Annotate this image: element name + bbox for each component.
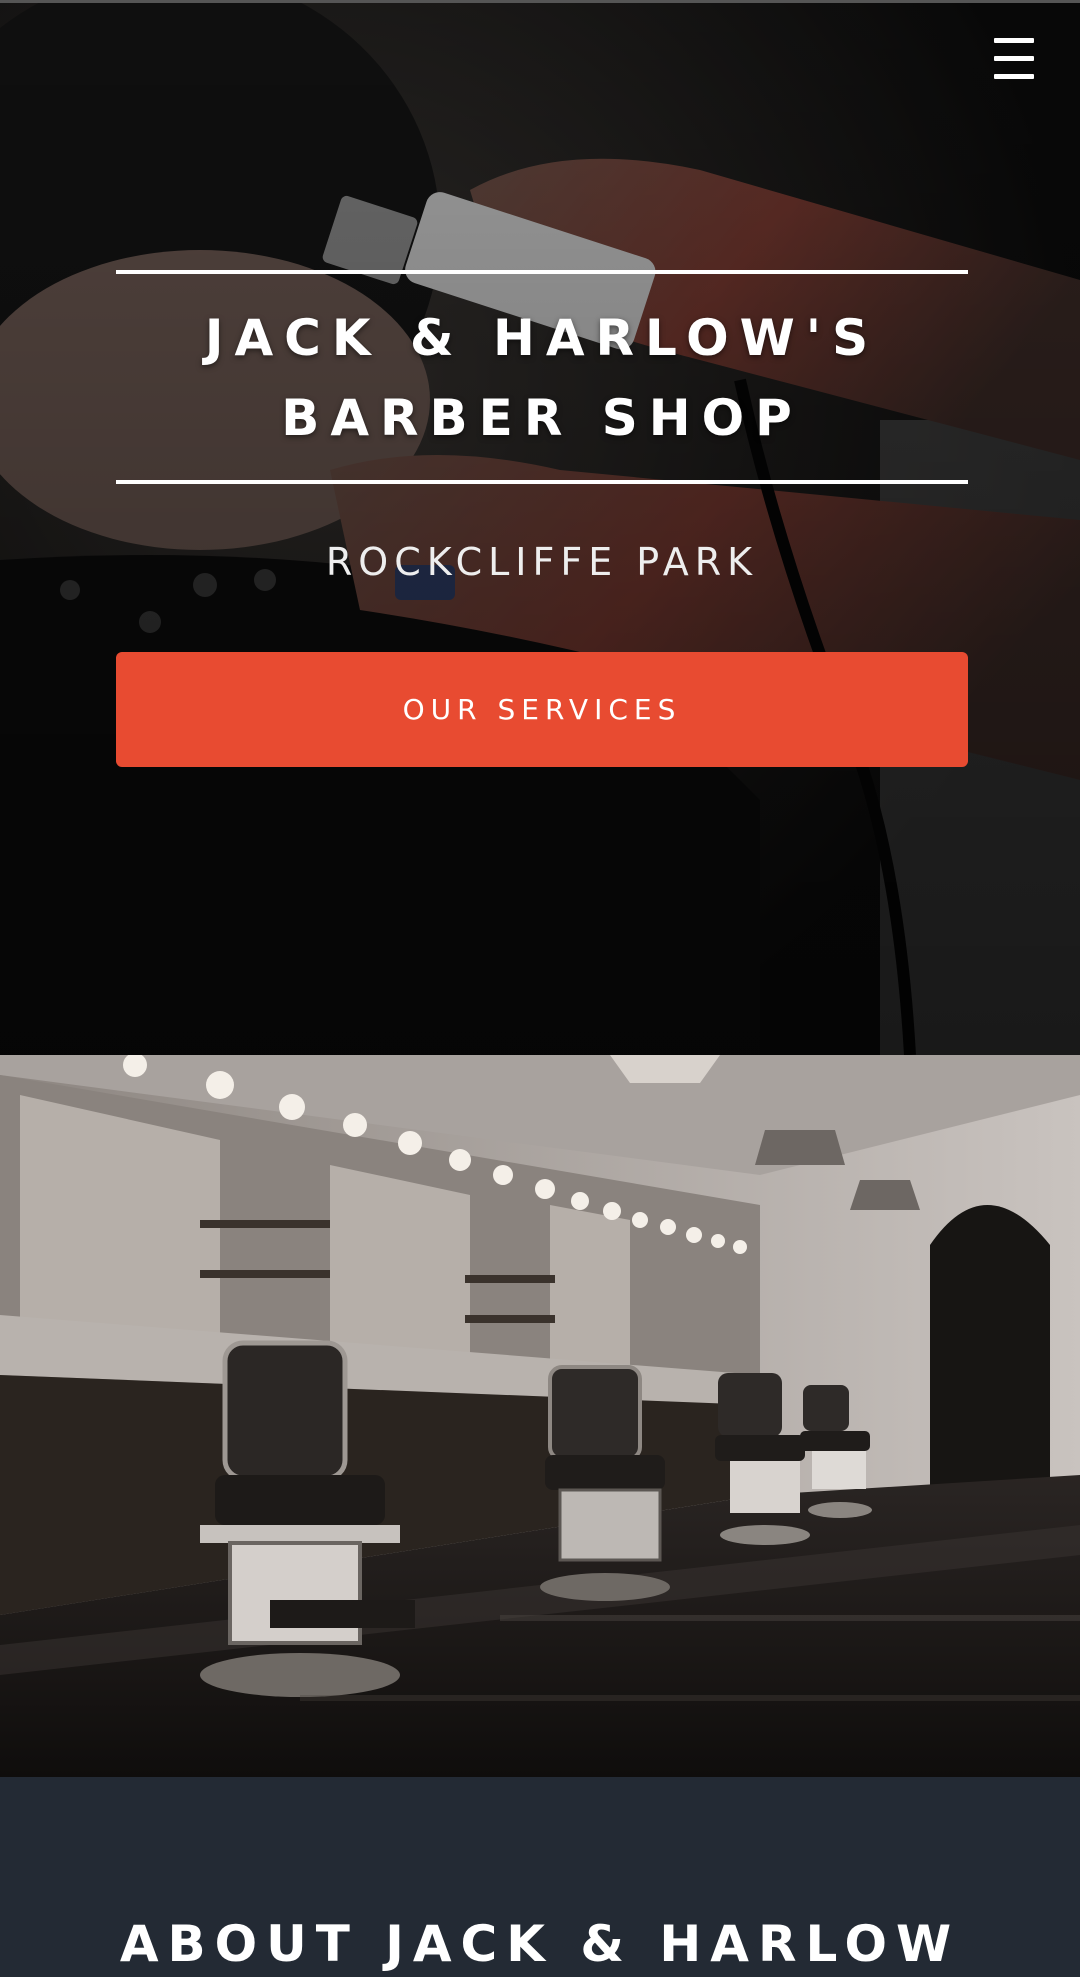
about-heading: ABOUT JACK & HARLOW <box>119 1915 961 1973</box>
shop-title-line1: JACK & HARLOW'S <box>204 309 880 367</box>
title-bottom-rule <box>116 480 968 484</box>
hamburger-menu-icon[interactable] <box>990 36 1036 82</box>
shop-title-line2: BARBER SHOP <box>281 389 803 447</box>
about-section: ABOUT JACK & HARLOW <box>0 1777 1080 1977</box>
hero-section: JACK & HARLOW'S BARBER SHOP ROCKCLIFFE P… <box>0 0 1080 1055</box>
shop-interior-photo <box>0 1055 1080 1777</box>
location-subtitle: ROCKCLIFFE PARK <box>325 540 759 584</box>
top-border <box>0 0 1080 3</box>
shop-title: JACK & HARLOW'S BARBER SHOP <box>116 298 968 458</box>
page: JACK & HARLOW'S BARBER SHOP ROCKCLIFFE P… <box>0 0 1080 1977</box>
title-top-rule <box>116 270 968 274</box>
shop-interior-illustration <box>0 1055 1080 1777</box>
hero-title-block: JACK & HARLOW'S BARBER SHOP ROCKCLIFFE P… <box>116 270 968 584</box>
our-services-button[interactable]: OUR SERVICES <box>116 652 968 767</box>
